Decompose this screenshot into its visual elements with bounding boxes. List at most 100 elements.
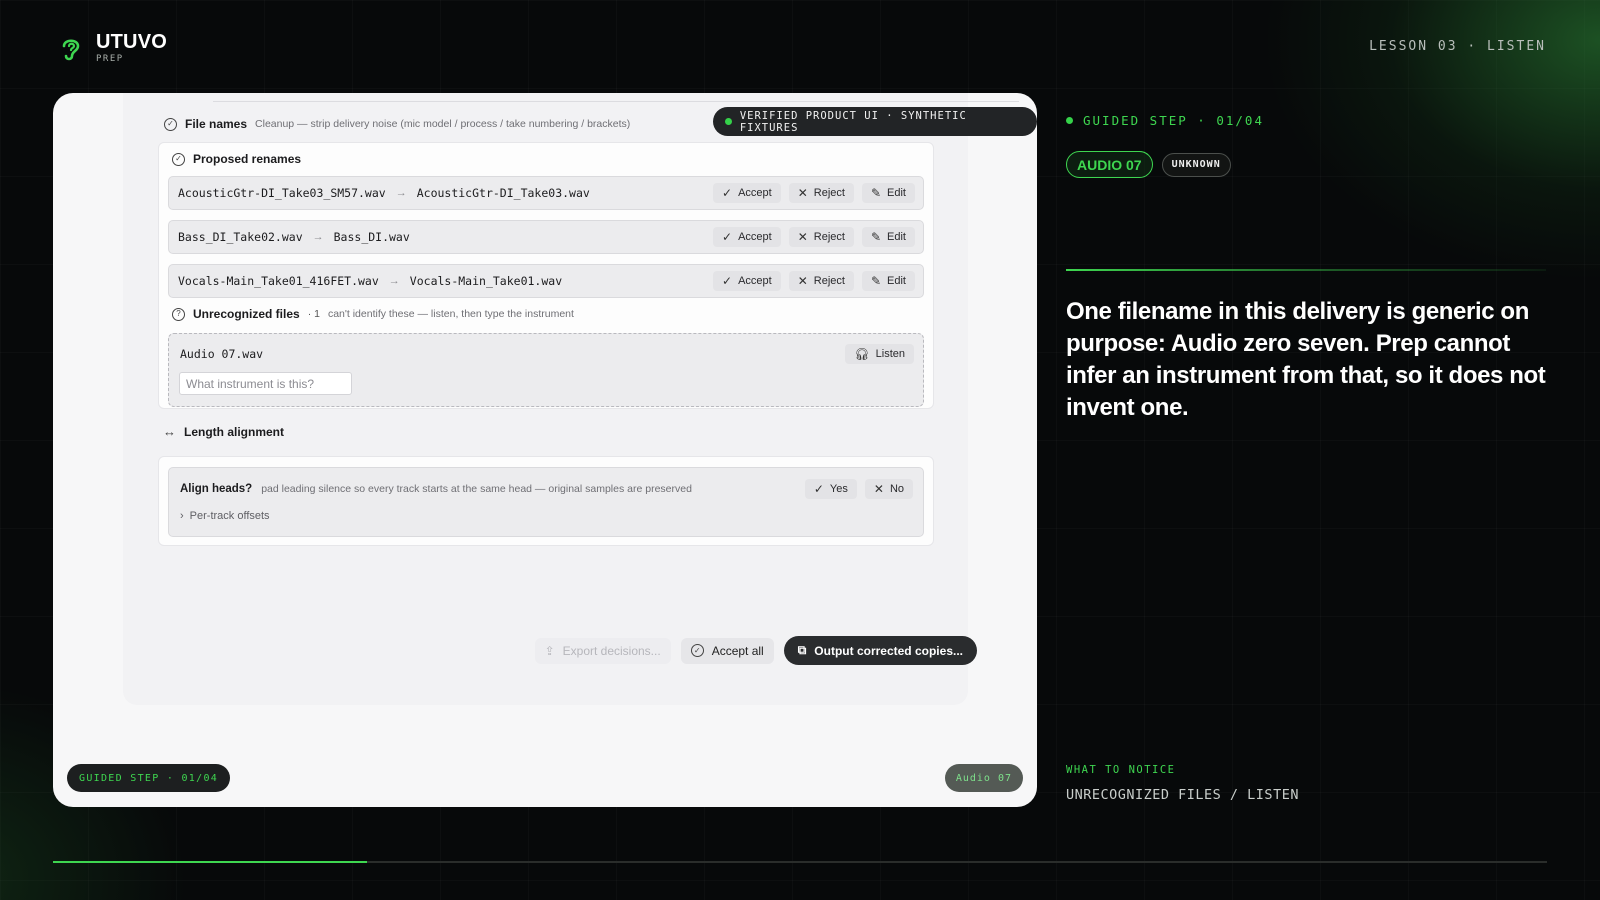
align-heads-question: Align heads? — [180, 483, 253, 495]
lesson-headline: One filename in this delivery is generic… — [1066, 298, 1546, 421]
verified-badge-label: VERIFIED PRODUCT UI · SYNTHETIC FIXTURES — [739, 109, 967, 134]
reject-label: Reject — [813, 231, 845, 243]
renames-panel: ✓ Proposed renames AcousticGtr-DI_Take03… — [158, 142, 934, 409]
close-icon: ✕ — [797, 186, 808, 200]
listen-label: Listen — [875, 348, 905, 360]
reject-button[interactable]: ✕ Reject — [788, 271, 854, 291]
rename-to: AcousticGtr-DI_Take03.wav — [416, 186, 590, 200]
lesson-progress-fill — [53, 861, 367, 863]
question-circle-icon: ? — [172, 307, 185, 321]
per-track-offsets-label: Per-track offsets — [189, 510, 270, 522]
accent-divider — [1066, 269, 1546, 271]
audio-tag: AUDIO 07 — [1066, 151, 1153, 178]
accept-label: Accept — [738, 187, 772, 199]
alignment-panel: Align heads? pad leading silence so ever… — [158, 456, 934, 546]
rename-row: Bass_DI_Take02.wav → Bass_DI.wav ✓ Accept… — [168, 220, 924, 254]
accept-button[interactable]: ✓ Accept — [713, 183, 781, 203]
accept-label: Accept — [738, 275, 772, 287]
copy-output-icon: ⧉ — [797, 643, 807, 657]
yes-label: Yes — [829, 483, 848, 495]
arrows-horizontal-icon: ↔ — [163, 424, 176, 439]
check-icon: ✓ — [813, 482, 824, 496]
unrecognized-header: ? Unrecognized files · 1 can't identify … — [172, 307, 574, 321]
reject-button[interactable]: ✕ Reject — [788, 183, 854, 203]
pencil-icon: ✎ — [870, 230, 882, 244]
rename-to: Bass_DI.wav — [333, 230, 410, 244]
headphones-icon: 🎧︎ — [854, 347, 870, 361]
brand-sub: PREP — [96, 54, 124, 64]
rename-row: AcousticGtr-DI_Take03_SM57.wav → Acousti… — [168, 176, 924, 210]
proposed-renames-header: ✓ Proposed renames — [172, 152, 301, 166]
audio-pill: Audio 07 — [944, 764, 1023, 792]
export-label: Export decisions... — [562, 643, 661, 658]
unrecognized-count: · 1 — [307, 308, 320, 320]
guided-step-text: GUIDED STEP · 01/04 — [1083, 113, 1264, 128]
no-button[interactable]: ✕ No — [864, 479, 913, 499]
check-circle-icon: ✓ — [690, 644, 704, 657]
length-alignment-title: Length alignment — [184, 424, 284, 439]
close-icon: ✕ — [873, 482, 884, 496]
rename-from: Vocals-Main_Take01_416FET.wav — [178, 274, 379, 288]
unrecognized-filename: Audio 07.wav — [180, 347, 264, 361]
output-label: Output corrected copies... — [814, 643, 963, 658]
arrow-right-icon: → — [395, 187, 407, 199]
footer-actions: ⇪ Export decisions... ✓ Accept all ⧉ Out… — [534, 636, 977, 665]
accept-button[interactable]: ✓ Accept — [713, 271, 781, 291]
pencil-icon: ✎ — [870, 186, 882, 200]
divider — [213, 101, 1019, 102]
guided-step-pill: GUIDED STEP · 01/04 — [67, 764, 231, 792]
listen-button[interactable]: 🎧︎ Listen — [845, 344, 914, 364]
rename-row: Vocals-Main_Take01_416FET.wav → Vocals-M… — [168, 264, 924, 298]
file-names-title: File names — [185, 117, 248, 131]
no-label: No — [889, 483, 904, 495]
notice-value: UNRECOGNIZED FILES / LISTEN — [1066, 787, 1299, 803]
edit-label: Edit — [887, 231, 906, 243]
lesson-progress-bar — [53, 861, 1547, 863]
output-corrected-copies-button[interactable]: ⧉ Output corrected copies... — [783, 636, 977, 665]
pencil-icon: ✎ — [870, 274, 882, 288]
edit-button[interactable]: ✎ Edit — [861, 183, 915, 203]
unrecognized-file-card: Audio 07.wav 🎧︎ Listen — [168, 333, 924, 407]
status-dot-icon — [725, 118, 732, 125]
rename-from: Bass_DI_Take02.wav — [178, 230, 303, 244]
badge-check-icon: ✓ — [172, 152, 185, 166]
proposed-renames-title: Proposed renames — [193, 152, 302, 166]
rename-from: AcousticGtr-DI_Take03_SM57.wav — [178, 186, 386, 200]
accept-all-button[interactable]: ✓ Accept all — [680, 637, 774, 664]
export-decisions-button[interactable]: ⇪ Export decisions... — [534, 637, 671, 664]
yes-button[interactable]: ✓ Yes — [804, 479, 857, 499]
reject-label: Reject — [813, 187, 845, 199]
reject-button[interactable]: ✕ Reject — [788, 227, 854, 247]
arrow-right-icon: → — [388, 275, 400, 287]
check-icon: ✓ — [722, 186, 733, 200]
unknown-tag: UNKNOWN — [1161, 152, 1231, 177]
lesson-indicator: LESSON 03 · LISTEN — [1369, 39, 1546, 54]
accept-label: Accept — [738, 231, 772, 243]
edit-label: Edit — [887, 275, 906, 287]
per-track-offsets-toggle[interactable]: › Per-track offsets — [180, 510, 270, 522]
edit-label: Edit — [887, 187, 906, 199]
ear-logo-icon — [62, 39, 80, 61]
product-ui-card: VERIFIED PRODUCT UI · SYNTHETIC FIXTURES… — [53, 93, 1037, 807]
accept-button[interactable]: ✓ Accept — [713, 227, 781, 247]
length-alignment-header: ↔ Length alignment — [163, 424, 284, 439]
file-names-description: Cleanup — strip delivery noise (mic mode… — [255, 118, 631, 130]
align-heads-row: Align heads? pad leading silence so ever… — [168, 467, 924, 537]
check-icon: ✓ — [722, 230, 733, 244]
verified-badge: VERIFIED PRODUCT UI · SYNTHETIC FIXTURES — [713, 107, 1037, 136]
file-names-header: ✓ File names Cleanup — strip delivery no… — [164, 117, 630, 131]
instrument-input[interactable] — [179, 372, 352, 395]
export-icon: ⇪ — [544, 643, 555, 658]
reject-label: Reject — [813, 275, 845, 287]
tags: AUDIO 07 UNKNOWN — [1066, 151, 1231, 178]
rename-to: Vocals-Main_Take01.wav — [409, 274, 563, 288]
unrecognized-title: Unrecognized files — [193, 307, 300, 321]
accept-all-label: Accept all — [711, 643, 764, 658]
align-heads-description: pad leading silence so every track start… — [261, 483, 692, 495]
edit-button[interactable]: ✎ Edit — [861, 227, 915, 247]
check-icon: ✓ — [722, 274, 733, 288]
notice-label: WHAT TO NOTICE — [1066, 764, 1176, 776]
brand: UTUVO PREP — [60, 32, 167, 64]
arrow-right-icon: → — [312, 231, 324, 243]
edit-button[interactable]: ✎ Edit — [861, 271, 915, 291]
